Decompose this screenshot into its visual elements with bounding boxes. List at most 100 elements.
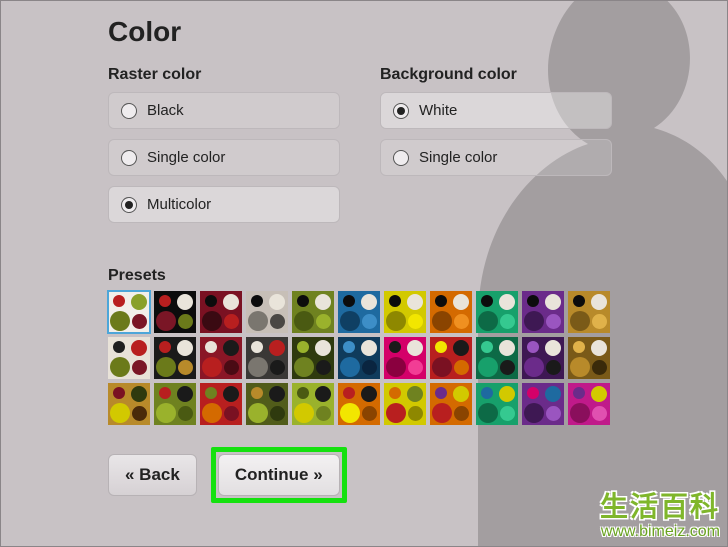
back-button[interactable]: « Back (108, 454, 197, 496)
raster-option[interactable]: Single color (108, 139, 340, 176)
swatch-dot (570, 357, 590, 377)
preset-swatch[interactable] (384, 291, 426, 333)
swatch-dot (132, 314, 147, 329)
preset-swatch[interactable] (292, 291, 334, 333)
swatch-dot (591, 294, 607, 310)
continue-button[interactable]: Continue » (218, 454, 340, 496)
swatch-dot (453, 340, 469, 356)
swatch-dot (499, 386, 515, 402)
swatch-dot (435, 295, 447, 307)
swatch-dot (524, 357, 544, 377)
swatch-dot (205, 341, 217, 353)
swatch-dot (573, 295, 585, 307)
swatch-dot (481, 295, 493, 307)
swatch-dot (224, 360, 239, 375)
swatch-dot (177, 294, 193, 310)
preset-swatch[interactable] (568, 383, 610, 425)
preset-swatch[interactable] (430, 291, 472, 333)
swatch-dot (297, 295, 309, 307)
swatch-dot (159, 387, 171, 399)
swatch-dot (294, 311, 314, 331)
swatch-dot (389, 341, 401, 353)
swatch-dot (454, 360, 469, 375)
radio-icon (121, 103, 137, 119)
preset-swatch[interactable] (476, 291, 518, 333)
swatch-dot (408, 406, 423, 421)
swatch-dot (202, 357, 222, 377)
preset-swatch[interactable] (338, 383, 380, 425)
swatch-dot (156, 403, 176, 423)
swatch-dot (546, 360, 561, 375)
preset-swatch[interactable] (246, 383, 288, 425)
preset-swatch[interactable] (246, 291, 288, 333)
swatch-dot (159, 295, 171, 307)
preset-swatch[interactable] (292, 337, 334, 379)
swatch-dot (131, 294, 147, 310)
swatch-dot (113, 295, 125, 307)
preset-swatch[interactable] (154, 383, 196, 425)
swatch-dot (297, 387, 309, 399)
raster-option[interactable]: Black (108, 92, 340, 129)
preset-swatch[interactable] (568, 291, 610, 333)
swatch-dot (224, 314, 239, 329)
swatch-dot (294, 403, 314, 423)
swatch-dot (435, 341, 447, 353)
swatch-dot (570, 403, 590, 423)
preset-swatch[interactable] (154, 291, 196, 333)
swatch-dot (592, 406, 607, 421)
preset-swatch[interactable] (384, 383, 426, 425)
swatch-dot (248, 311, 268, 331)
radio-icon (121, 197, 137, 213)
swatch-dot (386, 357, 406, 377)
swatch-dot (224, 406, 239, 421)
preset-swatch[interactable] (568, 337, 610, 379)
continue-highlight: Continue » (211, 447, 347, 503)
swatch-dot (524, 311, 544, 331)
swatch-dot (315, 340, 331, 356)
swatch-dot (500, 314, 515, 329)
preset-swatch[interactable] (522, 291, 564, 333)
swatch-dot (340, 357, 360, 377)
swatch-dot (113, 341, 125, 353)
preset-swatch[interactable] (108, 337, 150, 379)
swatch-dot (110, 357, 130, 377)
swatch-dot (223, 294, 239, 310)
swatch-dot (500, 360, 515, 375)
preset-swatch[interactable] (246, 337, 288, 379)
preset-swatch[interactable] (200, 291, 242, 333)
swatch-dot (270, 314, 285, 329)
swatch-dot (110, 403, 130, 423)
swatch-dot (205, 295, 217, 307)
background-option[interactable]: Single color (380, 139, 612, 176)
preset-swatch[interactable] (430, 383, 472, 425)
preset-swatch[interactable] (476, 383, 518, 425)
raster-option[interactable]: Multicolor (108, 186, 340, 223)
swatch-dot (223, 340, 239, 356)
preset-swatch[interactable] (292, 383, 334, 425)
swatch-dot (573, 387, 585, 399)
preset-swatch[interactable] (522, 383, 564, 425)
preset-swatch[interactable] (338, 337, 380, 379)
background-option[interactable]: White (380, 92, 612, 129)
preset-swatch[interactable] (522, 337, 564, 379)
swatch-dot (478, 357, 498, 377)
swatch-dot (131, 340, 147, 356)
swatch-dot (408, 360, 423, 375)
swatch-dot (178, 406, 193, 421)
preset-swatch[interactable] (338, 291, 380, 333)
preset-swatch[interactable] (154, 337, 196, 379)
preset-swatch[interactable] (108, 383, 150, 425)
swatch-dot (156, 311, 176, 331)
swatch-dot (592, 360, 607, 375)
preset-swatch[interactable] (384, 337, 426, 379)
swatch-dot (478, 403, 498, 423)
preset-swatch[interactable] (430, 337, 472, 379)
preset-swatch[interactable] (476, 337, 518, 379)
preset-swatch[interactable] (200, 383, 242, 425)
preset-swatch[interactable] (108, 291, 150, 333)
background-color-group: Background color WhiteSingle color (380, 66, 612, 233)
swatch-dot (223, 386, 239, 402)
preset-swatch[interactable] (200, 337, 242, 379)
swatch-dot (408, 314, 423, 329)
raster-option-label: Black (147, 102, 184, 119)
